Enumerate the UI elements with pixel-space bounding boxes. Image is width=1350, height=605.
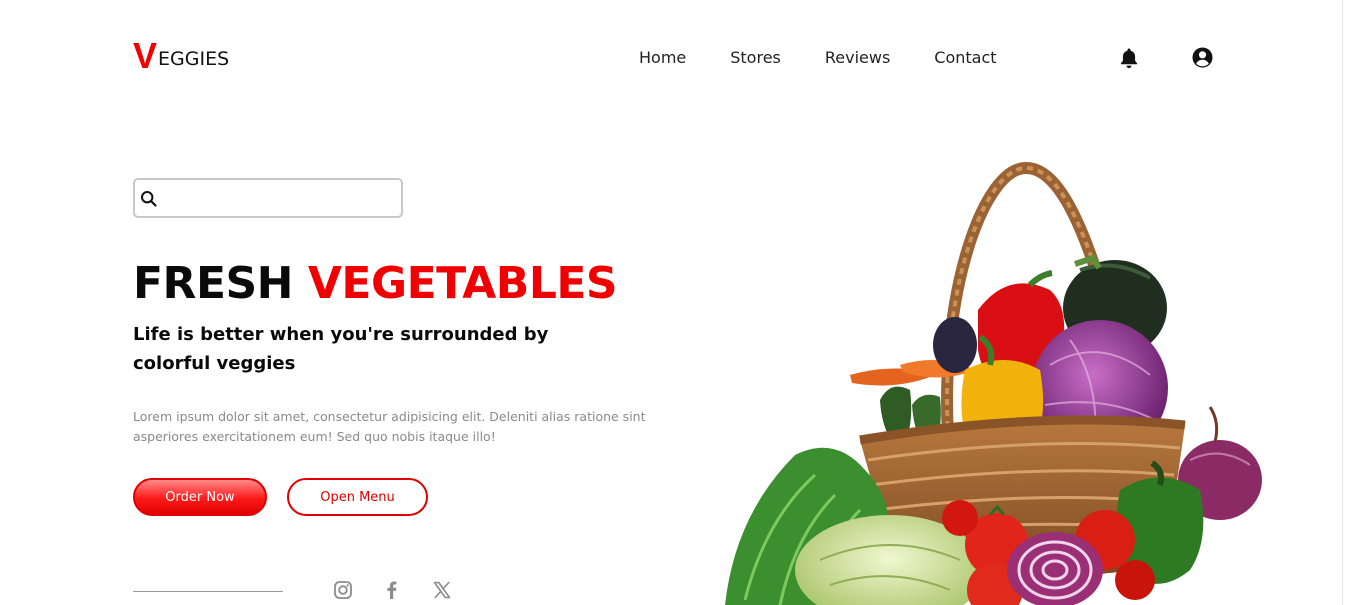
hero-description: Lorem ipsum dolor sit amet, consectetur … bbox=[133, 409, 646, 444]
hero-title-part1: FRESH bbox=[133, 258, 294, 309]
user-circle-icon[interactable] bbox=[1192, 47, 1213, 68]
scrollbar-edge bbox=[1342, 0, 1343, 605]
brand-logo[interactable]: V EGGIES bbox=[133, 38, 229, 74]
nav-home-link[interactable]: Home bbox=[639, 48, 686, 68]
vegetable-basket-image bbox=[725, 161, 1262, 605]
hero-title-part2: VEGETABLES bbox=[307, 258, 618, 309]
search-input[interactable] bbox=[163, 183, 397, 213]
hero-title: FRESH VEGETABLES bbox=[133, 258, 618, 310]
nav-contact-link[interactable]: Contact bbox=[934, 48, 996, 68]
hero-tagline: Life is better when you're surrounded by… bbox=[133, 324, 549, 374]
search-icon bbox=[141, 191, 157, 207]
nav-reviews-link[interactable]: Reviews bbox=[825, 48, 890, 68]
search-field[interactable] bbox=[133, 178, 403, 218]
logo-text: EGGIES bbox=[158, 48, 230, 70]
bell-icon[interactable] bbox=[1119, 47, 1139, 69]
nav-stores-link[interactable]: Stores bbox=[730, 48, 781, 68]
order-now-button[interactable]: Order Now bbox=[133, 478, 267, 516]
main-nav: Home Stores Reviews Contact bbox=[639, 48, 997, 68]
facebook-icon[interactable] bbox=[382, 580, 402, 600]
instagram-icon[interactable] bbox=[333, 580, 353, 600]
x-icon[interactable] bbox=[432, 580, 452, 600]
social-divider bbox=[133, 591, 283, 592]
open-menu-button[interactable]: Open Menu bbox=[287, 478, 428, 516]
logo-initial: V bbox=[133, 35, 158, 76]
